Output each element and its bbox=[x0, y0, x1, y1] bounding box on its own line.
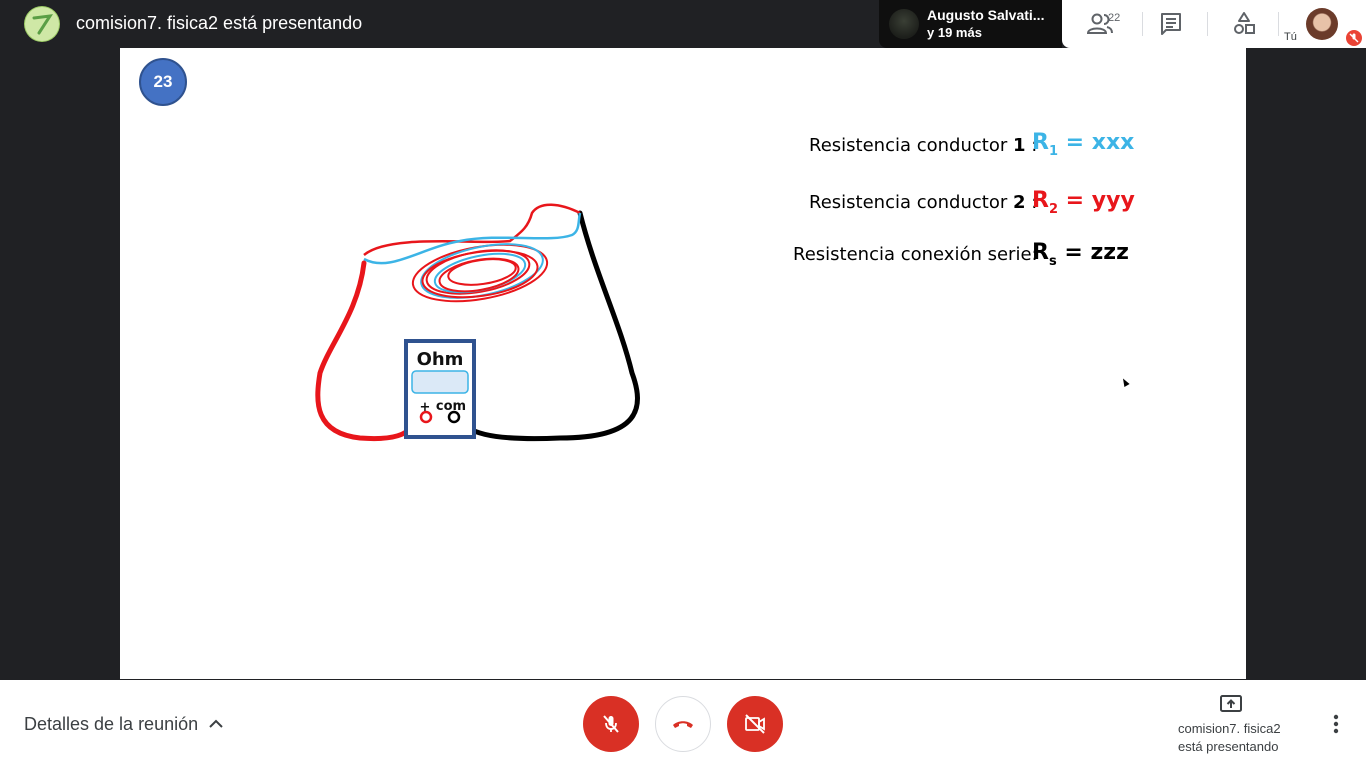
blue-wire bbox=[363, 212, 582, 265]
participant-tile[interactable]: Augusto Salvati... y 19 más bbox=[879, 0, 1062, 48]
participant-name: Augusto Salvati... bbox=[927, 7, 1045, 23]
resistance-value-2: R2 = yyy bbox=[1032, 188, 1135, 217]
chevron-up-icon[interactable] bbox=[207, 716, 225, 730]
meeting-avatar-icon bbox=[24, 6, 60, 42]
presenting-status[interactable]: comision7. fisica2 está presentando bbox=[1178, 720, 1281, 756]
presenting-status-line1: comision7. fisica2 bbox=[1178, 721, 1281, 736]
resistance-value-1: R1 = xxx bbox=[1032, 130, 1135, 159]
self-label: Tú bbox=[1284, 31, 1297, 43]
divider bbox=[1142, 12, 1143, 36]
mic-toggle-button[interactable] bbox=[583, 696, 639, 752]
plus-terminal bbox=[419, 410, 433, 424]
more-options-button[interactable] bbox=[1326, 712, 1346, 736]
resistance-value-series: Rs = zzz bbox=[1032, 240, 1129, 269]
presenting-status-line2: está presentando bbox=[1178, 739, 1279, 754]
slide-number-badge: 23 bbox=[139, 58, 187, 106]
bottom-bar: Detalles de la reunión comision7. fisica… bbox=[0, 680, 1366, 768]
ohm-label: Ohm bbox=[417, 349, 464, 370]
self-mic-off-icon bbox=[1346, 30, 1362, 46]
present-screen-icon[interactable] bbox=[1219, 693, 1243, 715]
participant-count: 22 bbox=[1108, 12, 1121, 24]
coil bbox=[411, 243, 549, 303]
meeting-details-button[interactable]: Detalles de la reunión bbox=[24, 714, 198, 735]
resistance-line-series: Resistencia conexión serie: bbox=[793, 244, 1038, 265]
resistance-line-2: Resistencia conductor 2 : bbox=[809, 192, 1038, 213]
chat-button[interactable] bbox=[1151, 8, 1191, 40]
participant-more: y 19 más bbox=[927, 25, 982, 40]
ohmmeter-display bbox=[411, 370, 469, 394]
participant-avatar bbox=[889, 9, 919, 39]
resistance-line-1: Resistencia conductor 1 : bbox=[809, 135, 1038, 156]
mouse-cursor-icon bbox=[1120, 377, 1130, 387]
camera-off-icon bbox=[745, 714, 765, 734]
top-bar: comision7. fisica2 está presentando Augu… bbox=[0, 0, 1366, 48]
more-vert-icon bbox=[1333, 714, 1339, 734]
leave-call-button[interactable] bbox=[655, 696, 711, 752]
com-terminal bbox=[447, 410, 461, 424]
chat-icon bbox=[1161, 13, 1181, 35]
activities-icon bbox=[1234, 12, 1255, 34]
circuit-diagram: Ohm + com bbox=[315, 203, 640, 442]
divider bbox=[1207, 12, 1208, 36]
divider bbox=[1278, 12, 1279, 36]
mic-off-icon bbox=[603, 715, 619, 733]
presentation-slide: 23 Resistencia conductor 1 : R1 = xxx Re… bbox=[120, 48, 1246, 679]
camera-toggle-button[interactable] bbox=[727, 696, 783, 752]
self-avatar[interactable] bbox=[1306, 8, 1338, 40]
activities-button[interactable] bbox=[1224, 8, 1264, 40]
ohmmeter: Ohm + com bbox=[404, 339, 476, 439]
toolbar-panel: 22 Tú bbox=[1062, 0, 1366, 48]
presenting-title: comision7. fisica2 está presentando bbox=[76, 13, 363, 33]
hangup-icon bbox=[673, 721, 693, 728]
